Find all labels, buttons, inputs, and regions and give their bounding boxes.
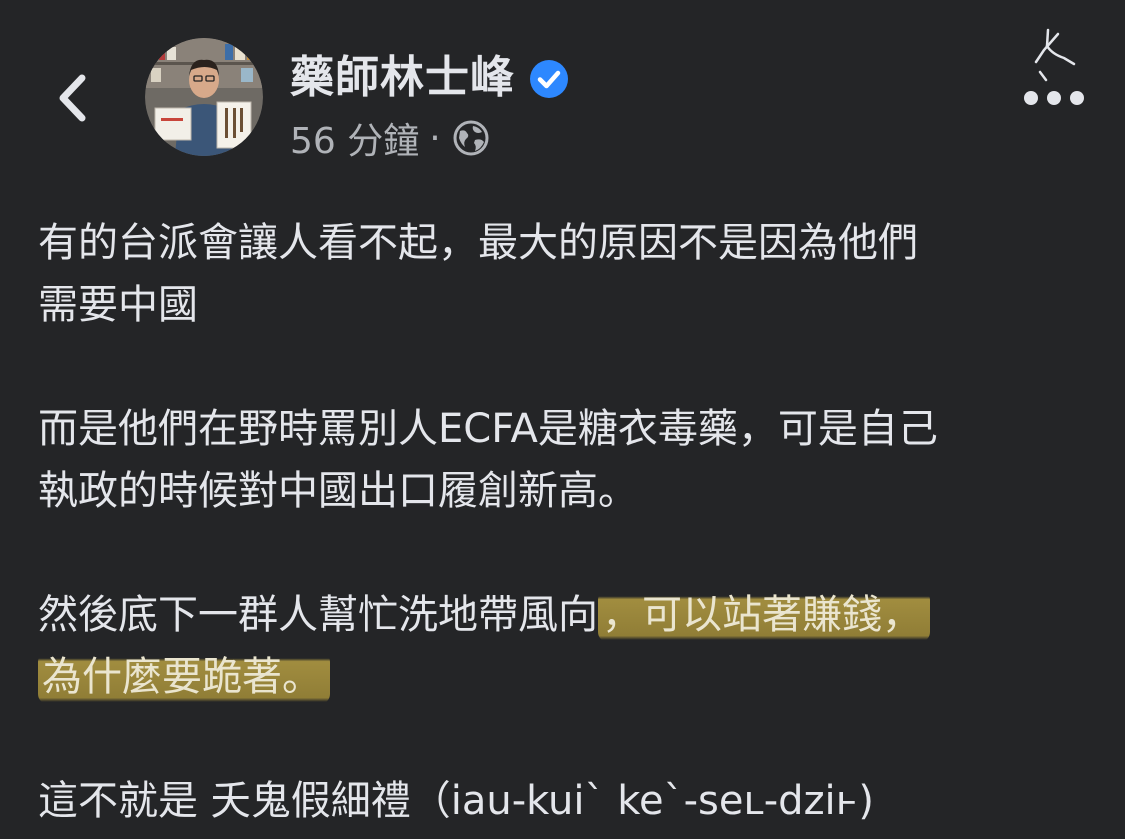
highlighted-text: ，可以站著賺錢， [598, 590, 930, 642]
post-line: 需要中國 [38, 282, 198, 328]
author-name[interactable]: 藥師林士峰 [290, 50, 515, 106]
post-line: 為什麼要跪著。 [38, 646, 1098, 708]
globe-icon [453, 120, 489, 156]
meta-separator: · [429, 117, 441, 159]
post-text: 然後底下一群人幫忙洗地帶風向 [38, 592, 598, 638]
post-paragraph: 有的台派會讓人看不起，最大的原因不是因為他們 需要中國 [38, 212, 1098, 336]
post-line: 執政的時候對中國出口履創新高。 [38, 468, 638, 514]
verified-badge-icon [530, 60, 568, 98]
author-photo [145, 38, 263, 156]
post-paragraph: 而是他們在野時罵別人ECFA是糖衣毒藥，可是自己 執政的時候對中國出口履創新高。 [38, 398, 1098, 522]
post-paragraph: 這不就是 夭鬼假細禮（iau-kuiˋ keˋ-seʟ-dziⱶ) [38, 770, 1098, 832]
post-meta: 56 分鐘 · [290, 114, 491, 162]
post-timestamp[interactable]: 56 分鐘 [290, 112, 419, 164]
post-line: 而是他們在野時罵別人ECFA是糖衣毒藥，可是自己 [38, 406, 938, 452]
post-line: 這不就是 夭鬼假細禮（iau-kuiˋ keˋ-seʟ-dziⱶ) [38, 778, 874, 824]
post-line: 然後底下一群人幫忙洗地帶風向 ，可以站著賺錢， [38, 584, 1098, 646]
handwritten-logo-icon [1034, 28, 1076, 82]
post-screen: 藥師林士峰 56 分鐘 · 有的台派會讓人看不起，最大的原因不是因為他們 需要中… [0, 0, 1125, 839]
back-button[interactable] [48, 68, 96, 128]
post-line: 有的台派會讓人看不起，最大的原因不是因為他們 [38, 220, 918, 266]
post-paragraph: 然後底下一群人幫忙洗地帶風向 ，可以站著賺錢， 為什麼要跪著。 [38, 584, 1098, 708]
ellipsis-dot [1070, 91, 1084, 105]
post-body: 有的台派會讓人看不起，最大的原因不是因為他們 需要中國 而是他們在野時罵別人EC… [38, 212, 1098, 832]
highlighted-text: 為什麼要跪著。 [38, 652, 330, 704]
chevron-left-icon [59, 74, 86, 122]
avatar[interactable] [145, 38, 263, 156]
ellipsis-dot [1047, 91, 1061, 105]
more-options-button[interactable] [1024, 84, 1084, 112]
ellipsis-dot [1024, 91, 1038, 105]
